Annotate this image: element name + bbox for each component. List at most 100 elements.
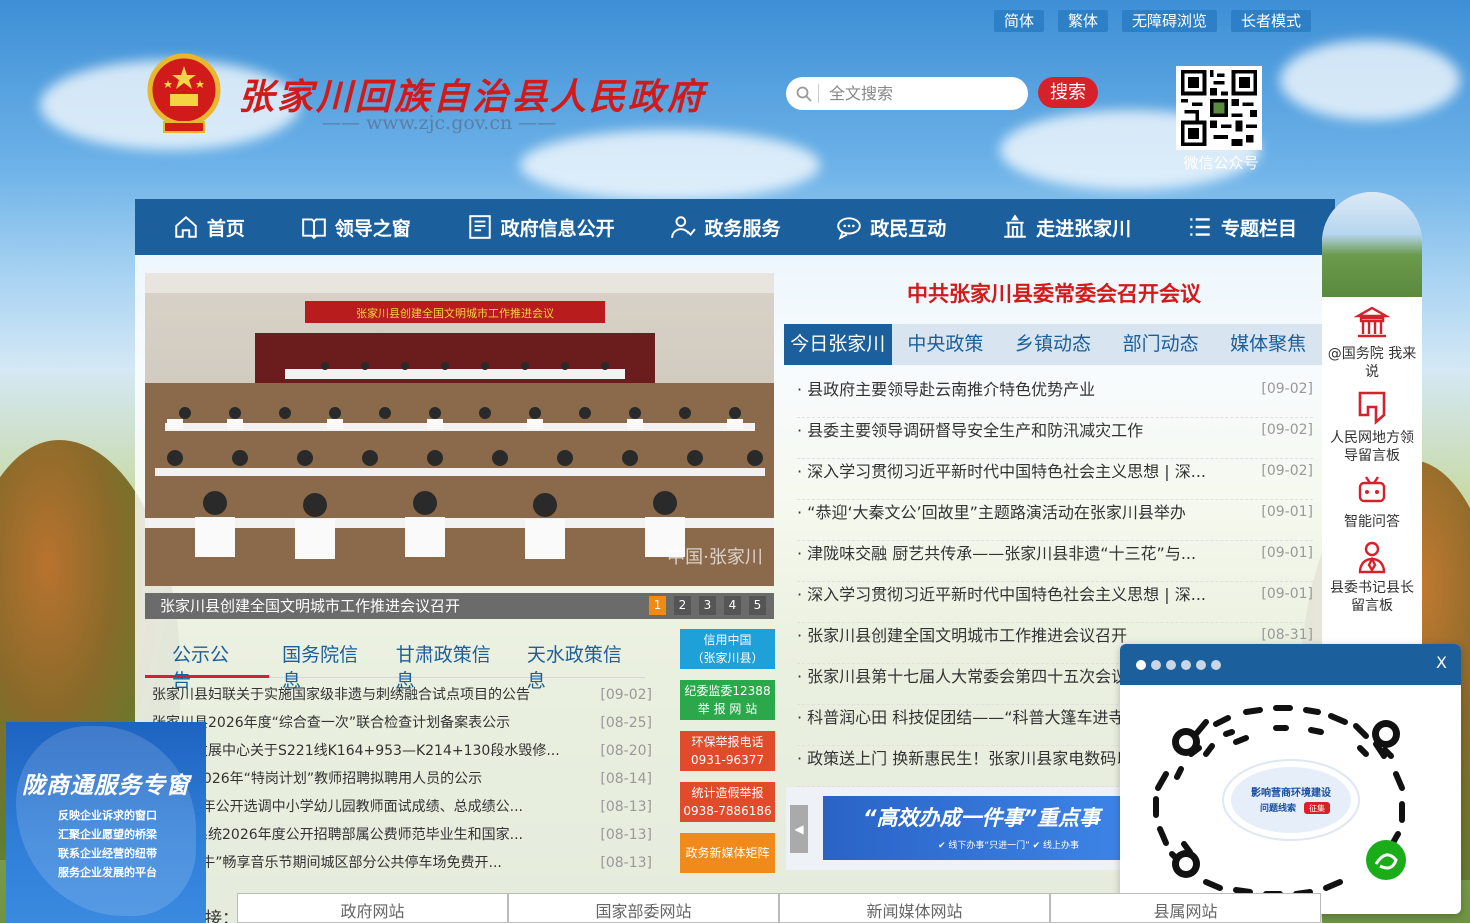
document-icon <box>468 215 491 239</box>
util-simplified[interactable]: 简体 <box>994 10 1045 32</box>
list-item[interactable]: 张家川县妇联关于实施国家级非遗与刺绣融合试点项目的公告 [09-02] <box>152 684 652 712</box>
side-state-council[interactable]: @国务院 我来说 <box>1322 305 1422 381</box>
news-item[interactable]: · “恭迎‘大秦文公’回故里”主题路演活动在张家川县举办 [09-01] <box>797 500 1313 541</box>
util-elder-mode[interactable]: 长者模式 <box>1231 10 1312 32</box>
news-item[interactable]: · 县委主要领导调研督导安全生产和防汛减灾工作 [09-02] <box>797 418 1313 459</box>
list-item[interactable]: 届“红花牛”畅享音乐节期间城区部分公共停车场免费开... [08-13] <box>152 852 652 880</box>
slide-page-3[interactable]: 3 <box>699 596 716 615</box>
list-item-date: [08-20] <box>600 743 652 759</box>
tab-media-focus[interactable]: 媒体聚焦 <box>1214 324 1322 365</box>
popup-dot[interactable] <box>1196 660 1206 670</box>
home-icon <box>175 215 197 238</box>
nav-home[interactable]: 首页 <box>173 214 245 241</box>
news-item-date: [09-02] <box>1261 463 1313 479</box>
cloud-decoration <box>1280 40 1460 120</box>
tab-state-council[interactable]: 国务院信息 <box>269 642 383 692</box>
news-item-title: · 津陇味交融 厨艺共传承——张家川县非遗“十三花”与... <box>797 544 1197 563</box>
news-item[interactable]: · 深入学习贯彻习近平新时代中国特色社会主义思想 | 深... [09-02] <box>797 459 1313 500</box>
slide-watermark: 中国·张家川 <box>667 547 763 568</box>
mini-program-qr-code[interactable]: 影响营商环境建设 问题线索 征集 <box>1136 694 1446 904</box>
news-item-title: · 县政府主要领导赴云南推介特色优势产业 <box>797 380 1096 399</box>
side-panel-scenery <box>1322 192 1422 297</box>
qr-center-line1: 影响营商环境建设 <box>1251 786 1331 799</box>
slideshow-caption[interactable]: 张家川县创建全国文明城市工作推进会议召开 <box>160 597 460 615</box>
main-nav: 首页 领导之窗 政府信息公开 政务服务 政民互动 走进张家川 专题栏目 <box>135 199 1335 255</box>
news-item[interactable]: · 县政府主要领导赴云南推介特色优势产业 [09-02] <box>797 377 1313 418</box>
nav-services[interactable]: 政务服务 <box>670 214 780 241</box>
ad-lines: 反映企业诉求的窗口 汇聚企业愿望的桥梁 联系企业经营的纽带 服务企业发展的平台 <box>58 806 157 882</box>
new-media-matrix-button[interactable]: 政务新媒体矩阵 <box>680 833 775 873</box>
link-gov-sites[interactable]: 政府网站 <box>237 893 508 923</box>
popup-dot[interactable] <box>1151 660 1161 670</box>
util-traditional[interactable]: 繁体 <box>1058 10 1109 32</box>
link-county-sites[interactable]: 县属网站 <box>1050 893 1321 923</box>
popup-dot[interactable] <box>1166 660 1176 670</box>
popup-header: X <box>1120 644 1461 685</box>
wechat-qr-code <box>1176 66 1262 150</box>
national-emblem-icon <box>147 53 221 133</box>
book-icon <box>301 218 326 240</box>
list-item[interactable]: 县2026年公开选调中小学幼儿园教师面试成绩、总成绩公... [08-13] <box>152 796 652 824</box>
ad-title: 陇商通服务专窗 <box>22 773 190 799</box>
nav-info-public[interactable]: 政府信息公开 <box>467 214 615 241</box>
list-item-date: [09-02] <box>600 687 652 703</box>
tab-central-policy[interactable]: 中央政策 <box>892 324 1000 365</box>
list-item-title: 县2026年公开选调中小学幼儿园教师面试成绩、总成绩公... <box>152 799 523 815</box>
tab-announcements[interactable]: 公示公告 <box>145 642 270 692</box>
tab-township-news[interactable]: 乡镇动态 <box>999 324 1107 365</box>
slide-page-4[interactable]: 4 <box>724 596 741 615</box>
search-input[interactable] <box>818 84 998 103</box>
discipline-report-button[interactable]: 纪委监委12388 举 报 网 站 <box>680 680 775 720</box>
popup-dot[interactable] <box>1136 660 1146 670</box>
nav-interaction[interactable]: 政民互动 <box>836 214 946 241</box>
nav-about[interactable]: 走进张家川 <box>1002 214 1131 241</box>
news-item[interactable]: · 深入学习贯彻习近平新时代中国特色社会主义思想 | 深... [09-01] <box>797 582 1313 623</box>
nav-interaction-label: 政民互动 <box>870 217 947 240</box>
building-icon <box>1004 214 1026 238</box>
tab-tianshui-policy[interactable]: 天水政策信息 <box>514 642 645 692</box>
env-report-button[interactable]: 环保举报电话 0931-96377 <box>680 731 775 771</box>
popup-dot[interactable] <box>1211 660 1221 670</box>
list-item[interactable]: 路事业发展中心关于S221线K164+953—K214+130段水毁修... [0… <box>152 740 652 768</box>
qr-center-line2: 问题线索 <box>1260 802 1296 814</box>
popup-close-button[interactable]: X <box>1436 653 1447 672</box>
discipline-report-line1: 纪委监委12388 <box>684 684 771 698</box>
slide-page-2[interactable]: 2 <box>674 596 691 615</box>
cloud-decoration <box>520 130 820 200</box>
business-service-ad[interactable]: 陇商通服务专窗 反映企业诉求的窗口 汇聚企业愿望的桥梁 联系企业经营的纽带 服务… <box>6 722 206 923</box>
list-item-date: [08-14] <box>600 771 652 787</box>
banner-prev-button[interactable]: ◀ <box>790 805 808 853</box>
credit-china-button[interactable]: 信用中国 （张家川县） <box>680 629 775 669</box>
headline-news[interactable]: 中共张家川县委常委会召开会议 <box>786 278 1322 308</box>
side-smart-qa[interactable]: 智能问答 <box>1322 473 1422 531</box>
ad-line: 联系企业经营的纽带 <box>58 847 157 860</box>
list-item[interactable]: 县教育系统2026年度公开招聘部属公费师范毕业生和国家... [08-13] <box>152 824 652 852</box>
stats-fraud-report-button[interactable]: 统计造假举报 0938-7886186 <box>680 782 775 822</box>
nav-leaders[interactable]: 领导之窗 <box>301 214 411 241</box>
slide-page-5[interactable]: 5 <box>749 596 766 615</box>
news-item[interactable]: · 津陇味交融 厨艺共传承——张家川县非遗“十三花”与... [09-01] <box>797 541 1313 582</box>
credit-china-line2: （张家川县） <box>691 651 764 665</box>
side-message-board[interactable]: 人民网地方领导留言板 <box>1322 389 1422 465</box>
search-button[interactable]: 搜索 <box>1038 77 1098 108</box>
link-media-sites[interactable]: 新闻媒体网站 <box>779 893 1050 923</box>
news-tabs: 今日张家川 中央政策 乡镇动态 部门动态 媒体聚焦 <box>784 324 1322 365</box>
link-ministry-sites[interactable]: 国家部委网站 <box>508 893 779 923</box>
list-item[interactable]: 张家川县2026年度“综合查一次”联合检查计划备案表公示 [08-25] <box>152 712 652 740</box>
list-item[interactable]: 家川县2026年“特岗计划”教师招聘拟聘用人员的公示 [08-14] <box>152 768 652 796</box>
tab-today-zjc[interactable]: 今日张家川 <box>784 324 892 365</box>
tab-department-news[interactable]: 部门动态 <box>1107 324 1215 365</box>
credit-china-line1: 信用中国 <box>703 633 752 647</box>
popup-dot[interactable] <box>1181 660 1191 670</box>
news-slideshow-image[interactable]: 张家川县创建全国文明城市工作推进会议 中国·张家川 <box>145 273 774 586</box>
chat-icon <box>837 217 862 240</box>
news-item-title: · 张家川县第十七届人大常委会第四十五次会议 <box>797 667 1128 686</box>
side-leader-board[interactable]: 县委书记县长留言板 <box>1322 539 1422 615</box>
tab-gansu-policy[interactable]: 甘肃政策信息 <box>383 642 514 692</box>
list-item-date: [08-13] <box>600 855 652 871</box>
nav-topics[interactable]: 专题栏目 <box>1187 214 1297 241</box>
slide-page-1[interactable]: 1 <box>649 596 666 615</box>
banner-efficient-service[interactable]: “高效办成一件事”重点事 ✔ 线下办事“只进一门” ✔ 线上办事 <box>823 796 1143 860</box>
util-accessibility[interactable]: 无障碍浏览 <box>1122 10 1218 32</box>
side-message-board-label: 人民网地方领导留言板 <box>1330 430 1414 464</box>
